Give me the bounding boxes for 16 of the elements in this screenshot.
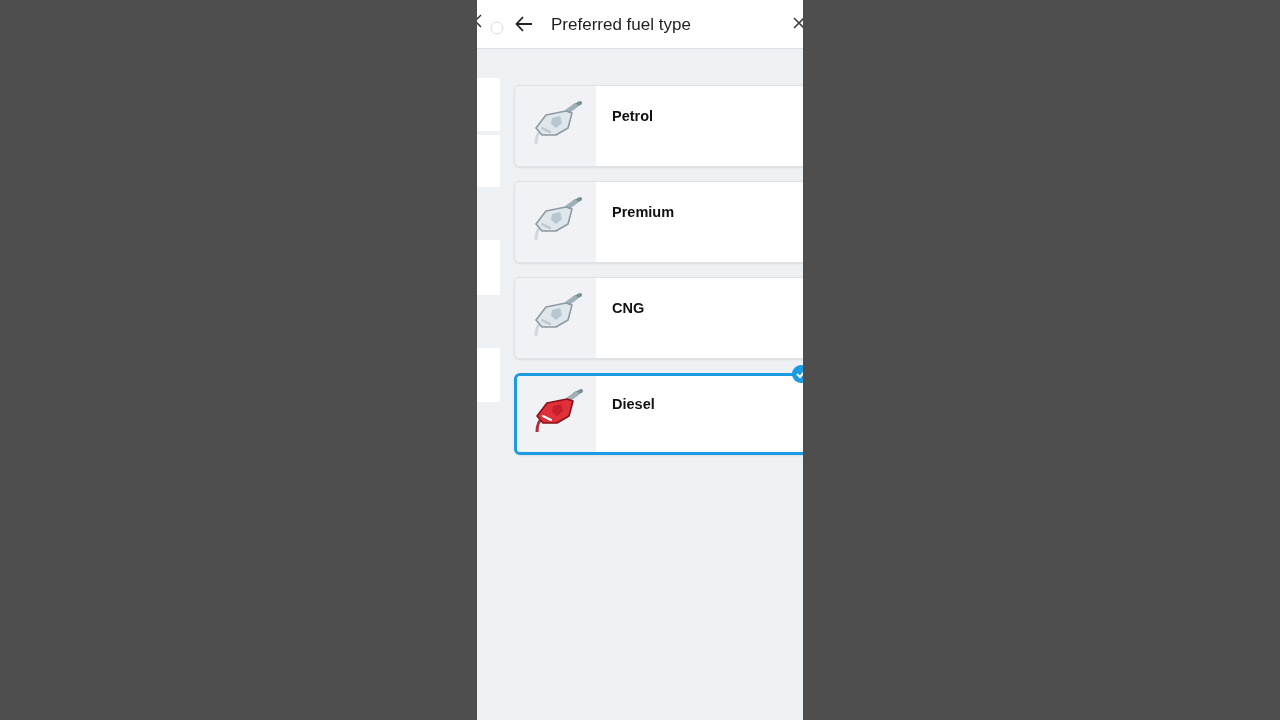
fuel-option-card[interactable]: Petrol xyxy=(514,85,803,167)
background-card xyxy=(477,240,500,295)
back-arrow-icon[interactable] xyxy=(515,15,533,33)
background-card xyxy=(477,135,500,187)
fuel-label: Petrol xyxy=(612,108,654,124)
page-title: Preferred fuel type xyxy=(551,15,691,35)
fuel-label: Diesel xyxy=(612,396,655,412)
background-card xyxy=(477,78,500,131)
radio-icon xyxy=(490,21,504,35)
fuel-label: Premium xyxy=(612,204,675,220)
fuel-option-card[interactable]: Diesel xyxy=(514,373,803,455)
background-card xyxy=(477,348,500,402)
fuel-option-card[interactable]: CNG xyxy=(514,277,803,359)
fuel-option-card[interactable]: Premium xyxy=(514,181,803,263)
close-icon[interactable] xyxy=(793,17,803,29)
fuel-label: CNG xyxy=(612,300,645,316)
